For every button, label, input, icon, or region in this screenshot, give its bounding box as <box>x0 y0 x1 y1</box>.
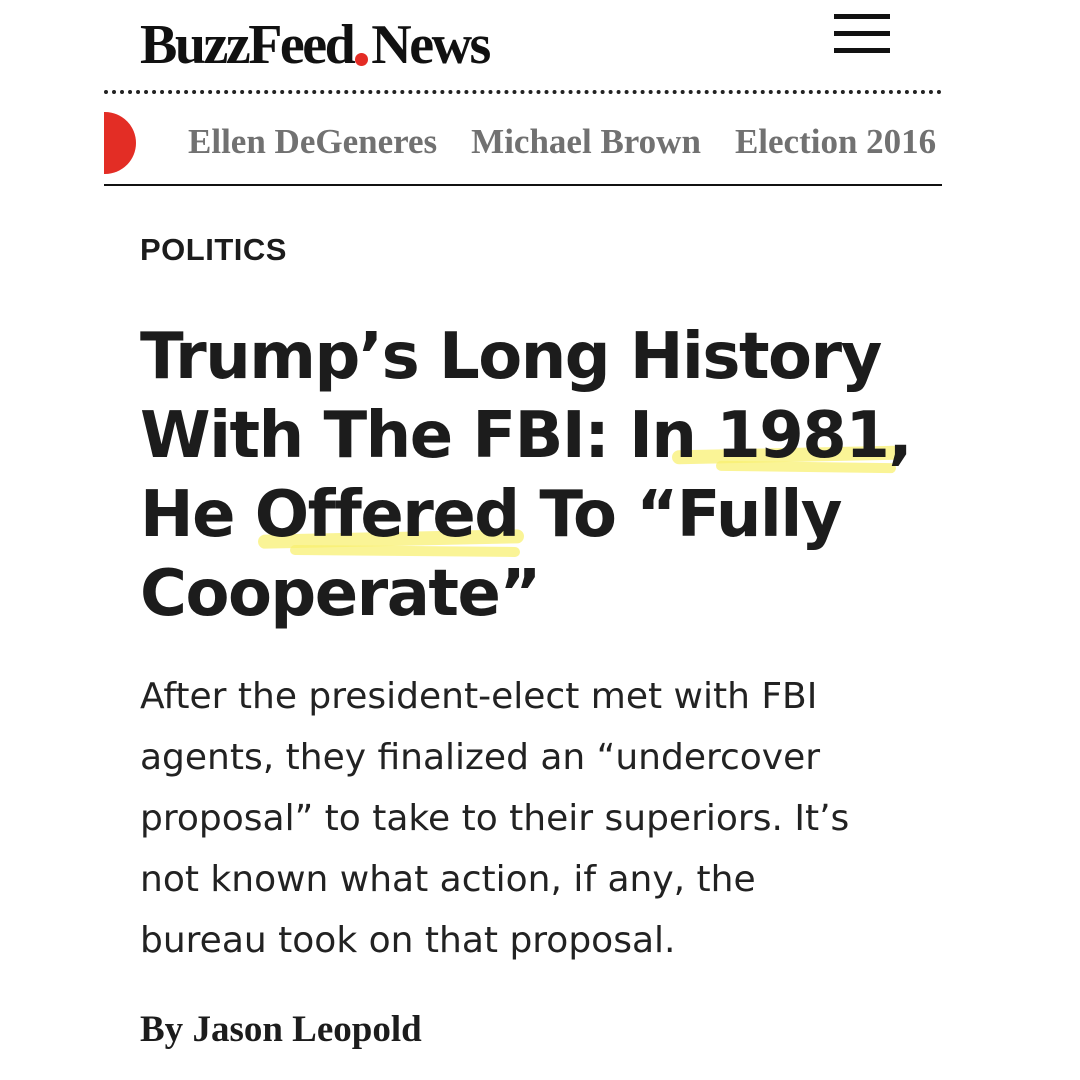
menu-bar-middle <box>834 31 890 36</box>
dek-line-1: After the president-elect met with FBI <box>140 676 818 717</box>
trending-item-michael-brown[interactable]: Michael Brown <box>471 122 701 161</box>
trending-bar: Ellen DeGeneres Michael Brown Election 201… <box>104 100 942 180</box>
hamburger-menu-icon[interactable] <box>834 14 890 54</box>
trending-item-ellen-degeneres[interactable]: Ellen DeGeneres <box>188 122 437 161</box>
buzzfeed-news-logo[interactable]: BuzzFeed News <box>140 12 491 78</box>
headline-line-1: Trump’s Long History <box>140 320 882 394</box>
trending-badge-icon <box>104 112 136 174</box>
article-byline: By Jason Leopold <box>140 1006 422 1054</box>
trending-bottom-divider <box>104 184 942 186</box>
dek-line-3: proposal” to take to their superiors. It… <box>140 798 850 839</box>
article-category-label[interactable]: POLITICS <box>140 230 287 270</box>
menu-bar-bottom <box>834 48 890 53</box>
dek-line-2: agents, they finalized an “undercover <box>140 737 821 778</box>
dek-line-4: not known what action, if any, the <box>140 859 756 900</box>
headline-line-2: With The FBI: In 1981, <box>140 399 913 473</box>
logo-text-buzzfeed: BuzzFeed <box>140 14 356 76</box>
header-dotted-divider <box>104 90 942 94</box>
byline-prefix: By <box>140 1009 184 1050</box>
headline-line-3: He Offered To “Fully <box>140 478 842 552</box>
article-headline: Trump’s Long History With The FBI: In 19… <box>140 318 920 634</box>
headline-line-4: Cooperate” <box>140 557 541 631</box>
byline-author-link[interactable]: Jason Leopold <box>192 1009 421 1050</box>
trending-items: Ellen DeGeneres Michael Brown Election 201… <box>188 120 942 164</box>
dek-line-5: bureau took on that proposal. <box>140 920 676 961</box>
menu-bar-top <box>834 14 890 19</box>
logo-text-news: News <box>371 14 491 76</box>
trending-item-election[interactable]: Election 2016 <box>735 122 936 161</box>
article-dek: After the president-elect met with FBI a… <box>140 666 900 971</box>
logo-red-dot-icon <box>355 53 369 66</box>
